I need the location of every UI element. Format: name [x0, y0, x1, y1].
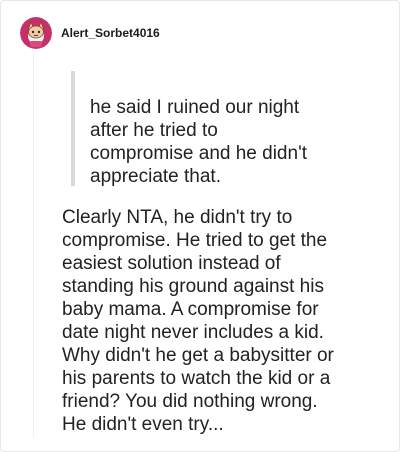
quote-text: he said I ruined our night after he trie…	[90, 97, 307, 187]
username[interactable]: Alert_Sorbet4016	[61, 26, 160, 40]
thread-line[interactable]	[33, 53, 34, 438]
snoo-avatar-icon[interactable]	[20, 17, 52, 49]
comment-card: Alert_Sorbet4016 he said I ruined our ni…	[0, 0, 400, 452]
comment-body: Clearly NTA, he didn't try to compromise…	[62, 207, 334, 435]
comment-header: Alert_Sorbet4016	[20, 17, 160, 49]
